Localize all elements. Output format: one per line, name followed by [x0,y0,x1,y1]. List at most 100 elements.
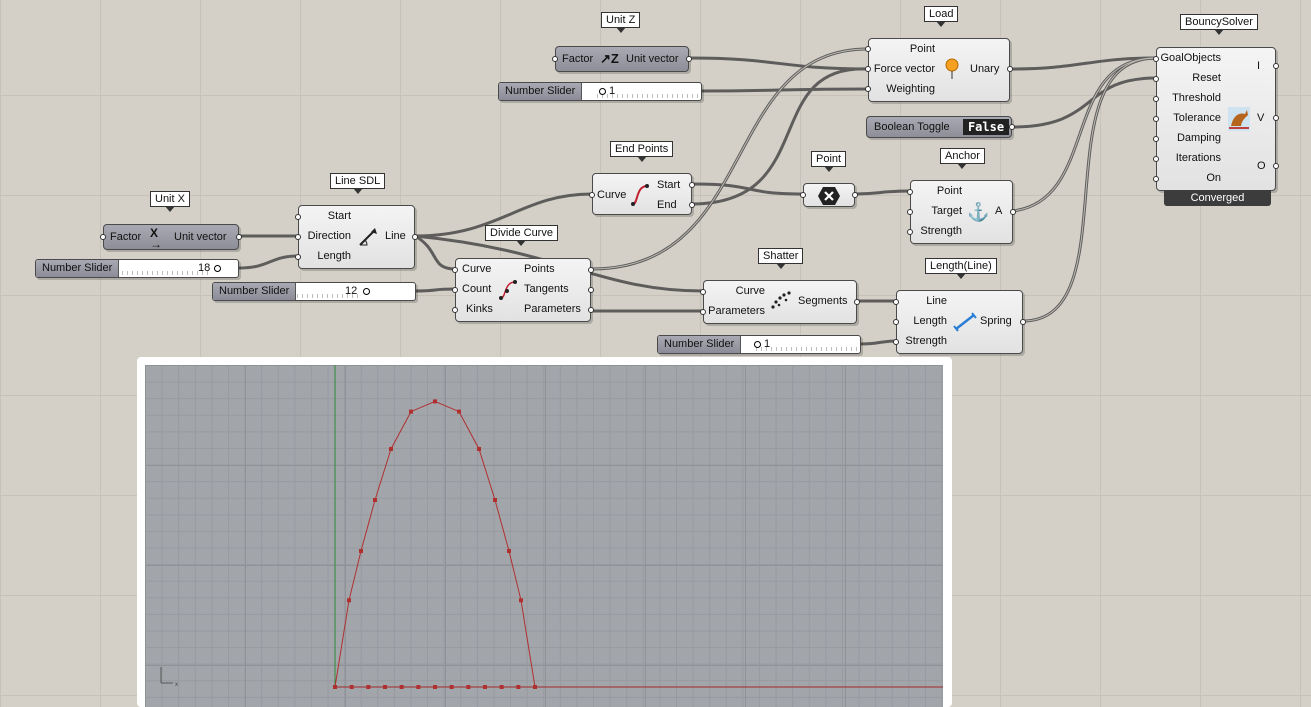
slider-weighting-value: 1 [609,85,616,97]
boolean-toggle[interactable]: Boolean Toggle False [866,116,1015,138]
divide-curve-parameters-port[interactable] [588,307,594,313]
length-line-strength-port[interactable] [893,339,899,345]
number-slider-length[interactable]: Number Slider 18 [35,259,239,278]
anchor-component[interactable]: Point Target Strength ⚓ A [907,180,1016,244]
bouncysolver-damping-port[interactable] [1153,136,1159,142]
unit-x-tag-text: Unit X [155,193,185,205]
end-points-start-port[interactable] [689,182,695,188]
number-slider-strength[interactable]: Number Slider 1 [657,335,861,354]
point-output-port[interactable] [852,192,858,198]
number-slider-count[interactable]: Number Slider 12 [212,282,416,301]
anchor-output-port[interactable] [1010,209,1016,215]
load-output-port[interactable] [1007,66,1013,72]
load-output-label: Unary [970,63,1000,75]
bouncysolver-i-port[interactable] [1273,63,1279,69]
unit-x-factor-port[interactable] [100,234,106,240]
load-component[interactable]: Point Force vector Weighting Unary [865,38,1013,102]
slider-weighting-knob[interactable] [599,88,606,95]
unit-x-output-port[interactable] [236,234,242,240]
base-node [533,685,537,689]
end-points-end-port[interactable] [689,202,695,208]
shatter-curve-port[interactable] [700,289,706,295]
shatter-icon [771,291,791,309]
load-weighting-label: Weighting [886,83,935,95]
line-sdl-component[interactable]: Start Direction Length Line [295,205,418,269]
unit-x-output-label: Unit vector [174,231,227,243]
anchor-tag-text: Anchor [945,150,980,162]
unit-z-component[interactable]: Factor ↗Z Unit vector [552,46,692,72]
anchor-strength-label: Strength [920,225,962,237]
divide-curve-kinks-port[interactable] [452,307,458,313]
arch-node [389,447,393,451]
load-point-port[interactable] [865,46,871,52]
unit-z-factor-port[interactable] [552,56,558,62]
shatter-parameters-port[interactable] [700,309,706,315]
line-sdl-output-port[interactable] [412,234,418,240]
line-sdl-length-port[interactable] [295,254,301,260]
divide-curve-curve-port[interactable] [452,267,458,273]
point-param-component[interactable] [800,183,858,207]
bouncysolver-component[interactable]: GoalObjects Reset Threshold Tolerance Da… [1153,47,1279,191]
anchor-strength-port[interactable] [907,229,913,235]
bouncysolver-o-label: O [1257,160,1266,172]
anchor-point-port[interactable] [907,189,913,195]
unit-z-output-port[interactable] [686,56,692,62]
bouncysolver-threshold-port[interactable] [1153,96,1159,102]
base-node [366,685,371,689]
bouncysolver-goal-port[interactable] [1153,56,1159,62]
slider-length-track[interactable] [122,260,208,277]
slider-strength-knob[interactable] [754,341,761,348]
number-slider-weighting[interactable]: Number Slider 1 [498,82,702,101]
base-node [449,685,454,689]
anchor-target-port[interactable] [907,209,913,215]
shatter-parameters-label: Parameters [708,305,765,317]
line-sdl-direction-port[interactable] [295,234,301,240]
unit-x-component[interactable]: Factor X → Unit vector [100,224,242,250]
rhino-viewport[interactable]: x [137,357,952,707]
divide-curve-points-port[interactable] [588,267,594,273]
arch-node [409,409,413,414]
load-force-port[interactable] [865,66,871,72]
length-line-output-port[interactable] [1020,319,1026,325]
bouncysolver-iterations-port[interactable] [1153,156,1159,162]
bouncysolver-on-label: On [1206,172,1221,184]
bouncysolver-on-port[interactable] [1153,176,1159,182]
unit-z-factor-label: Factor [562,53,594,65]
arch-node [359,549,363,553]
divide-curve-tangents-port[interactable] [588,287,594,293]
base-node [416,685,421,689]
boolean-toggle-value[interactable]: False [963,119,1009,135]
slider-count-knob[interactable] [363,288,370,295]
divide-curve-count-port[interactable] [452,287,458,293]
length-line-component[interactable]: Line Length Strength Spring [893,290,1026,354]
end-points-curve-port[interactable] [589,192,595,198]
wire-spring-goal [1021,56,1158,323]
slider-strength-track[interactable] [756,336,858,353]
balloon-icon [945,58,959,79]
base-node [466,685,471,689]
arch-node [519,598,523,603]
bouncysolver-reset-port[interactable] [1153,76,1159,82]
bouncysolver-tolerance-port[interactable] [1153,116,1159,122]
length-line-length-port[interactable] [893,319,899,325]
end-points-component[interactable]: Curve Start End [589,173,695,215]
boolean-toggle-port[interactable] [1009,124,1015,130]
shatter-component[interactable]: Curve Parameters Segments [700,280,860,324]
end-points-tag: End Points [610,141,674,162]
line-sdl-length-label: Length [317,250,351,262]
bouncysolver-o-port[interactable] [1273,163,1279,169]
arch-node [477,447,481,451]
shatter-output-port[interactable] [854,299,860,305]
slider-count-label: Number Slider [213,283,297,300]
divide-curve-component[interactable]: Curve Count Kinks Points Tangents Parame… [452,258,594,322]
length-line-line-port[interactable] [893,299,899,305]
bouncysolver-v-port[interactable] [1273,115,1279,121]
slider-length-knob[interactable] [214,265,221,272]
point-input-port[interactable] [800,192,806,198]
anchor-icon: ⚓ [967,202,990,222]
viewport-screen[interactable]: x [145,365,943,707]
divide-curve-parameters-label: Parameters [524,303,581,315]
bouncysolver-v-label: V [1257,112,1265,124]
line-sdl-start-port[interactable] [295,214,301,220]
load-weighting-port[interactable] [865,86,871,92]
